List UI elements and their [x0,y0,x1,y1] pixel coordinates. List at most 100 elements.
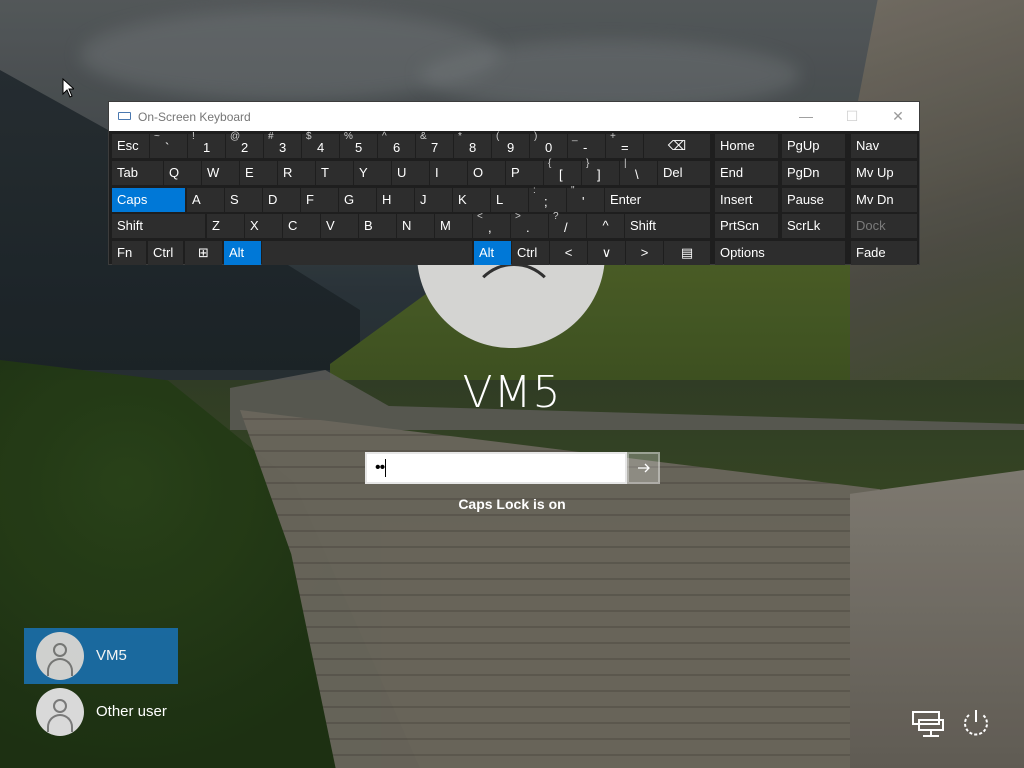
key-h[interactable]: H [377,188,414,212]
key-p[interactable]: P [506,161,543,185]
key-symbol[interactable]: < [550,241,587,265]
key-k[interactable]: K [453,188,490,212]
key-symbol[interactable]: ~ ` [150,131,187,158]
key-pgdn[interactable]: PgDn [782,161,845,185]
key-q[interactable]: Q [164,161,201,185]
key-w[interactable]: W [202,161,239,185]
key-0[interactable]: ) 0 [530,131,567,158]
key-label: L [496,192,504,207]
key-z[interactable]: Z [207,214,244,238]
key-2[interactable]: @2 [226,131,263,158]
key-d[interactable]: D [263,188,300,212]
key-space[interactable] [262,241,472,265]
key-symbol[interactable]: ▤ [664,241,710,265]
key-1[interactable]: ! 1 [188,131,225,158]
power-icon[interactable] [959,706,993,740]
key-ctrl[interactable]: Ctrl [512,241,549,265]
key-prtscn[interactable]: PrtScn [715,214,778,238]
key-label: Fn [117,245,133,260]
key-g[interactable]: G [339,188,376,212]
key-symbol[interactable]: _ - [568,131,605,158]
key-l[interactable]: L [491,188,528,212]
key-j[interactable]: J [415,188,452,212]
key-label: 2 [241,140,249,155]
key-pgup[interactable]: PgUp [782,134,845,158]
submit-button[interactable] [627,452,660,484]
key-o[interactable]: O [468,161,505,185]
key-dock[interactable]: Dock [851,214,917,238]
key-c[interactable]: C [283,214,320,238]
key-alt[interactable]: Alt [224,241,261,265]
key-mv-dn[interactable]: Mv Dn [851,188,917,212]
key-ctrl[interactable]: Ctrl [148,241,183,265]
key-label: 5 [355,140,363,155]
key-caps[interactable]: Caps [112,188,185,212]
key-symbol[interactable]: > [626,241,663,265]
key-nav[interactable]: Nav [851,134,917,158]
key-enter[interactable]: Enter [605,188,710,212]
close-button[interactable]: ✕ [875,102,921,131]
key-r[interactable]: R [278,161,315,185]
key-end[interactable]: End [715,161,778,185]
user-tile-other-user[interactable]: Other user [24,684,178,740]
key-n[interactable]: N [397,214,434,238]
osk-titlebar[interactable]: On-Screen Keyboard — ☐ ✕ [109,102,919,131]
key-scrlk[interactable]: ScrLk [782,214,845,238]
key-esc[interactable]: Esc [112,134,149,158]
key-symbol[interactable]: " ' [567,185,604,212]
key-8[interactable]: * 8 [454,131,491,158]
key-label: ⊞ [198,245,209,260]
key-tab[interactable]: Tab [112,161,163,185]
key-alt[interactable]: Alt [474,241,511,265]
key-symbol[interactable]: + = [606,131,643,158]
key-m[interactable]: M [435,214,472,238]
key-f[interactable]: F [301,188,338,212]
key-t[interactable]: T [316,161,353,185]
key-6[interactable]: ^ 6 [378,131,415,158]
key-shift[interactable]: Shift [625,214,710,238]
key-symbol[interactable]: >. [511,211,548,238]
on-screen-keyboard-window[interactable]: On-Screen Keyboard — ☐ ✕ Esc ~ `! 1 @2 #3 $4% 5… [108,101,920,265]
key-insert[interactable]: Insert [715,188,778,212]
network-icon[interactable] [911,706,945,740]
key-b[interactable]: B [359,214,396,238]
key-a[interactable]: A [187,188,224,212]
key-symbol[interactable]: :; [529,185,566,212]
key-shift-label: | [624,158,627,169]
key-i[interactable]: I [430,161,467,185]
key-y[interactable]: Y [354,161,391,185]
key-7[interactable]: & 7 [416,131,453,158]
key-symbol[interactable]: {[ [544,158,581,185]
key-label: End [720,165,744,180]
key-symbol[interactable]: ⊞ [185,241,222,265]
key-4[interactable]: $4 [302,131,339,158]
key-del[interactable]: Del [658,161,710,185]
user-tile-vm5[interactable]: VM5 [24,628,178,684]
key-symbol[interactable]: | \ [620,158,657,185]
key-symbol[interactable]: ^ [587,214,624,238]
key-x[interactable]: X [245,214,282,238]
key-v[interactable]: V [321,214,358,238]
password-input[interactable]: •• [365,452,627,484]
key-symbol[interactable]: <, [473,211,510,238]
key-shift[interactable]: Shift [112,214,205,238]
key-pause[interactable]: Pause [782,188,845,212]
key-home[interactable]: Home [715,134,778,158]
key-symbol[interactable]: ? / [549,211,586,238]
key-s[interactable]: S [225,188,262,212]
key-symbol[interactable]: ⌫ [644,134,710,158]
key-fade[interactable]: Fade [851,241,917,265]
key-mv-up[interactable]: Mv Up [851,161,917,185]
maximize-button[interactable]: ☐ [829,102,875,131]
key-fn[interactable]: Fn [112,241,146,265]
key-3[interactable]: #3 [264,131,301,158]
key-options[interactable]: Options [715,241,845,265]
key-symbol[interactable]: }] [582,158,619,185]
key-9[interactable]: (9 [492,131,529,158]
key-5[interactable]: % 5 [340,131,377,158]
key-u[interactable]: U [392,161,429,185]
minimize-button[interactable]: — [783,102,829,131]
key-e[interactable]: E [240,161,277,185]
key-symbol[interactable]: ∨ [588,241,625,265]
key-shift-label: { [548,158,552,169]
